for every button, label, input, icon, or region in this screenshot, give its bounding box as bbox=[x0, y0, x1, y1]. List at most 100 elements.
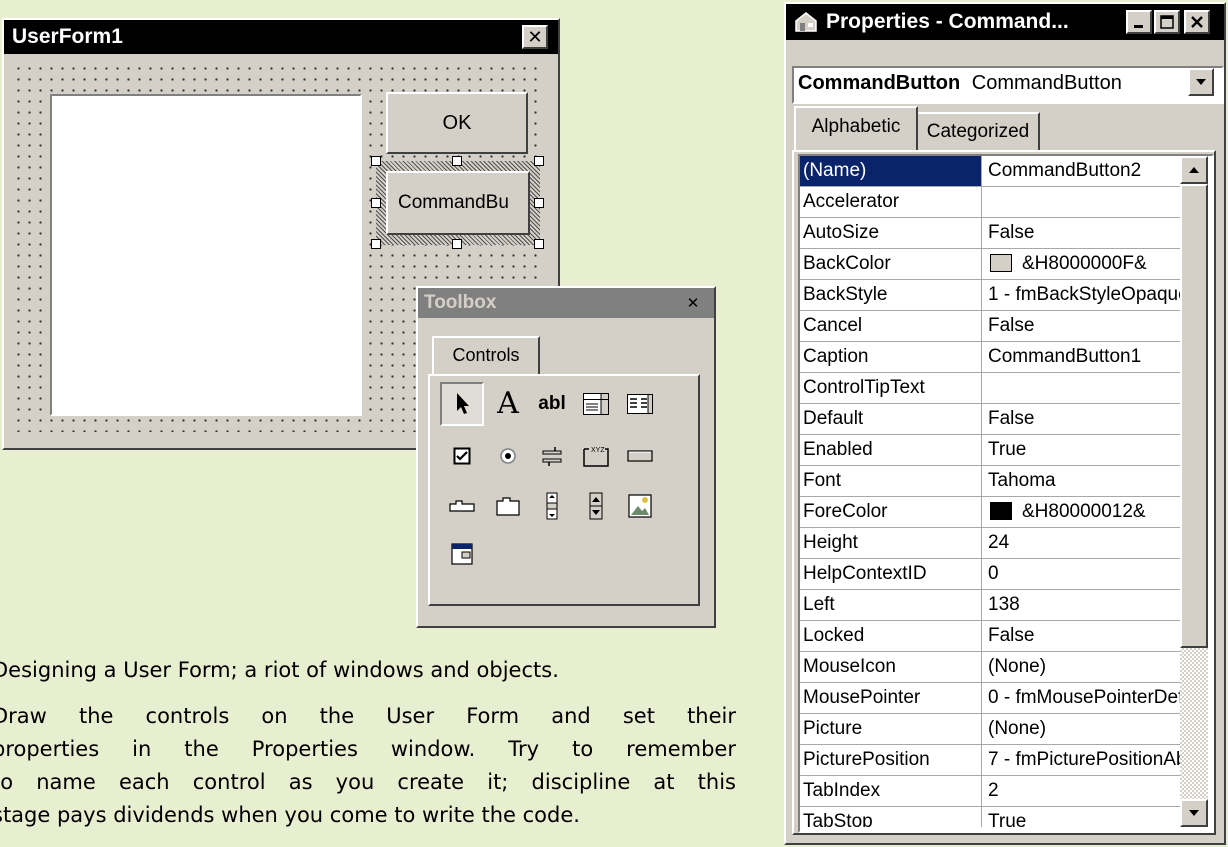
property-row[interactable]: Font Tahoma bbox=[800, 466, 1180, 497]
tool-optionbutton[interactable] bbox=[486, 434, 530, 478]
property-value[interactable]: (None) bbox=[983, 714, 1180, 744]
property-value[interactable]: False bbox=[983, 218, 1180, 248]
properties-window[interactable]: Properties - Command... CommandButton Co… bbox=[784, 2, 1226, 845]
tool-refedit[interactable] bbox=[440, 532, 484, 576]
property-value[interactable]: False bbox=[983, 621, 1180, 651]
tab-controls[interactable]: Controls bbox=[432, 336, 540, 374]
property-row[interactable]: MousePointer0 - fmMousePointerDefault bbox=[800, 683, 1180, 714]
caption-paragraph: Draw the controls on the User Form and s… bbox=[0, 700, 752, 832]
tool-label[interactable]: A bbox=[486, 382, 530, 426]
tool-tabstrip[interactable] bbox=[440, 484, 484, 528]
properties-icon bbox=[795, 12, 817, 32]
resize-handle-top-right[interactable] bbox=[534, 156, 544, 166]
property-row[interactable]: Caption CommandButton1 bbox=[800, 342, 1180, 373]
scroll-down-button[interactable] bbox=[1180, 799, 1208, 827]
property-row[interactable]: BackColor &H8000000F& bbox=[800, 249, 1180, 280]
property-grid[interactable]: (Name) CommandButton2 Accelerator AutoSize F… bbox=[792, 150, 1216, 835]
property-row[interactable]: Default False bbox=[800, 404, 1180, 435]
property-row[interactable]: PicturePosition7 - fmPicturePositionAbov… bbox=[800, 745, 1180, 776]
property-row[interactable]: Picture (None) bbox=[800, 714, 1180, 745]
tab-categorized[interactable]: Categorized bbox=[918, 112, 1040, 150]
property-row[interactable]: HelpContextID 0 bbox=[800, 559, 1180, 590]
property-row[interactable]: ForeColor &H80000012& bbox=[800, 497, 1180, 528]
property-value[interactable]: &H8000000F& bbox=[983, 249, 1180, 279]
object-name: CommandButton bbox=[798, 72, 961, 94]
property-value[interactable]: 0 - fmMousePointerDefault bbox=[983, 683, 1180, 713]
tool-textbox[interactable]: abl bbox=[530, 382, 574, 426]
ok-button[interactable]: OK bbox=[386, 92, 528, 154]
tool-checkbox[interactable] bbox=[440, 434, 484, 478]
property-value[interactable]: False bbox=[983, 404, 1180, 434]
property-value[interactable]: CommandButton2 bbox=[983, 156, 1180, 186]
resize-handle-middle-left[interactable] bbox=[371, 198, 381, 208]
property-value[interactable]: CommandButton1 bbox=[983, 342, 1180, 372]
userform-titlebar[interactable]: UserForm1 bbox=[4, 20, 558, 54]
property-row[interactable]: BackStyle 1 - fmBackStyleOpaque bbox=[800, 280, 1180, 311]
resize-handle-middle-right[interactable] bbox=[534, 198, 544, 208]
property-value[interactable]: 1 - fmBackStyleOpaque bbox=[983, 280, 1180, 310]
tool-scrollbar[interactable] bbox=[530, 484, 574, 528]
property-value[interactable]: (None) bbox=[983, 652, 1180, 682]
property-value[interactable]: 2 bbox=[983, 776, 1180, 806]
property-rows: (Name) CommandButton2 Accelerator AutoSize F… bbox=[800, 156, 1180, 827]
property-value[interactable]: 138 bbox=[983, 590, 1180, 620]
property-row[interactable]: Locked False bbox=[800, 621, 1180, 652]
maximize-button[interactable] bbox=[1154, 10, 1180, 34]
property-row[interactable]: Cancel False bbox=[800, 311, 1180, 342]
property-name: Cancel bbox=[800, 311, 982, 341]
caption-paragraph-line: to name each control as you create it; d… bbox=[0, 770, 736, 794]
image-icon bbox=[628, 494, 652, 518]
property-row[interactable]: AutoSize False bbox=[800, 218, 1180, 249]
property-row[interactable]: Enabled True bbox=[800, 435, 1180, 466]
property-row[interactable]: Left 138 bbox=[800, 590, 1180, 621]
property-row[interactable]: TabStop True bbox=[800, 807, 1180, 827]
tool-listbox[interactable] bbox=[618, 382, 662, 426]
listbox-control[interactable] bbox=[50, 94, 362, 416]
minimize-button[interactable] bbox=[1126, 10, 1152, 34]
properties-app-icon bbox=[794, 11, 818, 33]
tab-alphabetic[interactable]: Alphabetic bbox=[794, 106, 918, 150]
property-value[interactable] bbox=[983, 373, 1180, 403]
property-value[interactable]: True bbox=[983, 807, 1180, 827]
tool-spinbutton[interactable] bbox=[574, 484, 618, 528]
tool-image[interactable] bbox=[618, 484, 662, 528]
resize-handle-bottom-left[interactable] bbox=[371, 239, 381, 249]
userform-close-button[interactable]: ✕ bbox=[522, 25, 548, 49]
scroll-up-button[interactable] bbox=[1180, 156, 1208, 184]
property-value[interactable]: True bbox=[983, 435, 1180, 465]
toolbox-close-button[interactable]: ✕ bbox=[682, 294, 704, 312]
tool-commandbutton[interactable] bbox=[618, 434, 662, 478]
tool-select-objects[interactable] bbox=[440, 382, 484, 426]
resize-handle-top-center[interactable] bbox=[452, 156, 462, 166]
tool-frame[interactable]: XYZ bbox=[574, 434, 618, 478]
property-value[interactable] bbox=[983, 187, 1180, 217]
toolbox-window[interactable]: Toolbox ✕ Controls A abl XYZ bbox=[416, 286, 716, 628]
property-value[interactable]: 7 - fmPicturePositionAboveCenter bbox=[983, 745, 1180, 775]
resize-handle-top-left[interactable] bbox=[371, 156, 381, 166]
resize-handle-bottom-center[interactable] bbox=[452, 239, 462, 249]
select-objects-icon bbox=[457, 393, 469, 414]
scroll-thumb[interactable] bbox=[1180, 184, 1208, 648]
property-value[interactable]: 0 bbox=[983, 559, 1180, 589]
command-button[interactable]: CommandBu bbox=[386, 171, 530, 235]
object-selector-dropdown[interactable] bbox=[1188, 68, 1214, 96]
property-row[interactable]: MouseIcon (None) bbox=[800, 652, 1180, 683]
toolbox-titlebar[interactable]: Toolbox bbox=[418, 288, 714, 318]
property-row[interactable]: Height 24 bbox=[800, 528, 1180, 559]
property-row[interactable]: (Name) CommandButton2 bbox=[800, 156, 1180, 187]
property-value[interactable]: Tahoma bbox=[983, 466, 1180, 496]
tool-combobox[interactable] bbox=[574, 382, 618, 426]
properties-close-button[interactable] bbox=[1184, 10, 1210, 34]
property-row[interactable]: ControlTipText bbox=[800, 373, 1180, 404]
property-row[interactable]: Accelerator bbox=[800, 187, 1180, 218]
tool-multipage[interactable] bbox=[486, 484, 530, 528]
maximize-icon bbox=[1160, 15, 1174, 29]
tool-togglebutton[interactable] bbox=[530, 434, 574, 478]
object-selector[interactable]: CommandButton CommandButton bbox=[792, 66, 1224, 104]
property-value[interactable]: &H80000012& bbox=[983, 497, 1180, 527]
property-scrollbar[interactable] bbox=[1180, 156, 1208, 827]
resize-handle-bottom-right[interactable] bbox=[534, 239, 544, 249]
property-row[interactable]: TabIndex 2 bbox=[800, 776, 1180, 807]
property-value[interactable]: 24 bbox=[983, 528, 1180, 558]
property-value[interactable]: False bbox=[983, 311, 1180, 341]
